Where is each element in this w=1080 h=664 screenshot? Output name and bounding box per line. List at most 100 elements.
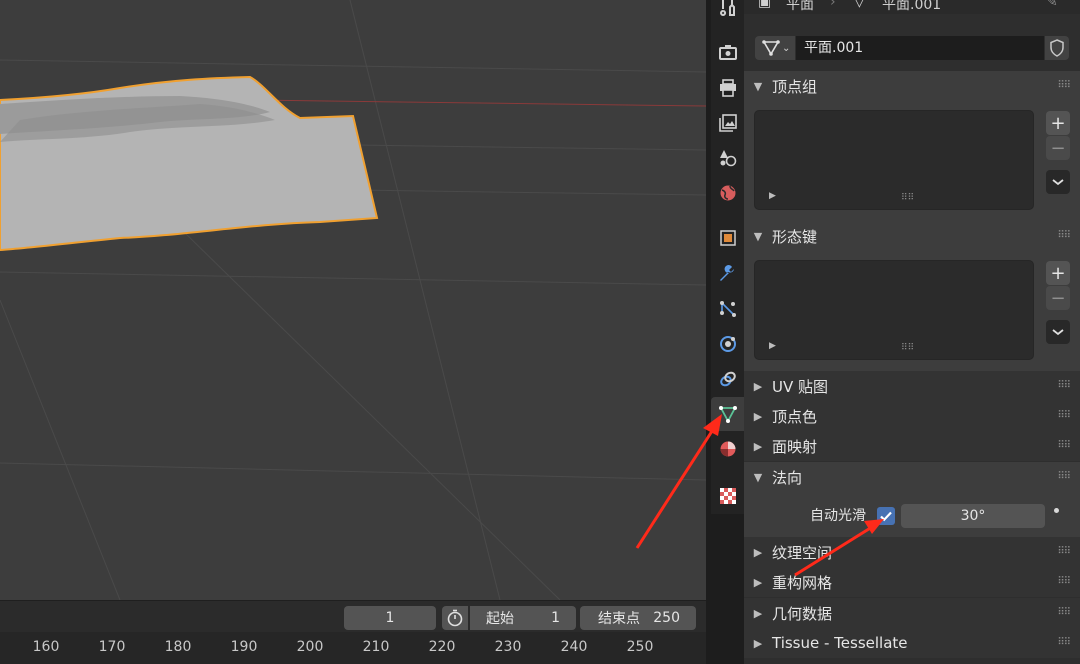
tab-texture[interactable] [711, 479, 744, 513]
ruler-tick: 250 [626, 639, 654, 655]
drag-grip-icon[interactable]: ⠿⠿ [1057, 380, 1071, 391]
panel-header-remesh[interactable]: ▶ 重构网格 ⠿⠿ [744, 567, 1080, 597]
remove-shape-key-button[interactable]: − [1046, 286, 1070, 310]
tool-icon [719, 0, 735, 16]
tab-tool[interactable] [711, 0, 744, 24]
drag-grip-icon[interactable]: ⠿⠿ [1057, 637, 1071, 648]
collapsed-arrow-icon: ▶ [753, 575, 763, 589]
ruler-tick: 230 [494, 639, 522, 655]
drag-grip-icon[interactable]: ⠿⠿ [1057, 576, 1071, 587]
panel-title: 纹理空间 [772, 543, 833, 562]
keyframe-dot-icon[interactable] [1054, 508, 1059, 513]
tab-scene[interactable] [711, 141, 744, 175]
list-expand-icon[interactable]: ▶ [769, 191, 776, 201]
list-resize-handle[interactable]: ⠿⠿ [901, 193, 914, 203]
material-sphere-icon [720, 441, 735, 457]
ruler-tick: 190 [230, 639, 258, 655]
expanded-arrow-icon: ▼ [753, 470, 763, 484]
panel-header-tissue-tessellate[interactable]: ▶ Tissue - Tessellate ⠿⠿ [744, 628, 1080, 658]
vertex-group-specials-button[interactable] [1046, 170, 1070, 194]
collapsed-arrow-icon: ▶ [753, 636, 763, 650]
start-frame-label: 起始 [486, 611, 514, 627]
panel-title: 几何数据 [772, 604, 833, 623]
mesh-browse-button[interactable]: ⌄ [755, 36, 795, 60]
drag-grip-icon[interactable]: ⠿⠿ [1057, 80, 1071, 91]
expanded-arrow-icon: ▼ [753, 79, 763, 93]
scene-shapes-icon [719, 150, 736, 167]
object-type-icon: ▣ [758, 0, 772, 10]
panel-title: Tissue - Tessellate [772, 634, 908, 652]
panel-header-geometry-data[interactable]: ▶ 几何数据 ⠿⠿ [744, 598, 1080, 628]
ruler-tick: 200 [296, 639, 324, 655]
list-resize-handle[interactable]: ⠿⠿ [901, 343, 914, 353]
tab-modifier[interactable] [711, 257, 744, 291]
drag-grip-icon[interactable]: ⠿⠿ [1057, 440, 1071, 451]
tab-data[interactable] [711, 397, 744, 431]
tab-render[interactable] [711, 35, 744, 69]
panel-title: 法向 [772, 468, 803, 487]
tab-material[interactable] [711, 432, 744, 466]
tab-output[interactable] [711, 71, 744, 105]
chevron-down-icon [1052, 329, 1064, 336]
panel-title: 顶点色 [772, 407, 818, 426]
drag-grip-icon[interactable]: ⠿⠿ [1057, 546, 1071, 557]
checkmark-icon [880, 511, 892, 522]
end-frame-field[interactable]: 结束点 250 [580, 606, 696, 630]
shield-icon [1050, 39, 1064, 57]
shape-key-list[interactable]: ▶ ⠿⠿ [754, 260, 1034, 360]
panel-body-vertex-groups: ▶ ⠿⠿ + − [744, 101, 1080, 221]
mesh-datablock-selector: ⌄ 平面.001 [755, 36, 1069, 60]
fake-user-button[interactable] [1045, 36, 1069, 60]
panel-title: UV 贴图 [772, 377, 829, 396]
ruler-tick: 180 [164, 639, 192, 655]
panel-header-face-maps[interactable]: ▶ 面映射 ⠿⠿ [744, 431, 1080, 461]
auto-smooth-angle-field[interactable]: 30° [901, 504, 1045, 528]
viewport-scene[interactable] [0, 0, 706, 600]
panel-header-normals[interactable]: ▼ 法向 ⠿⠿ [744, 462, 1080, 492]
tab-world[interactable] [711, 176, 744, 210]
tab-constraints[interactable] [711, 362, 744, 396]
drag-grip-icon[interactable]: ⠿⠿ [1057, 410, 1071, 421]
drag-grip-icon[interactable]: ⠿⠿ [1057, 607, 1071, 618]
panel-body-shape-keys: ▶ ⠿⠿ + − [744, 251, 1080, 371]
timeline-ruler[interactable]: 160 170 180 190 200 210 220 230 240 250 [0, 632, 706, 664]
panel-header-texture-space[interactable]: ▶ 纹理空间 ⠿⠿ [744, 537, 1080, 567]
mesh-name-field[interactable]: 平面.001 [796, 36, 1044, 60]
ruler-tick: 240 [560, 639, 588, 655]
add-shape-key-button[interactable]: + [1046, 261, 1070, 285]
panel-title: 顶点组 [772, 77, 818, 96]
camera-back-icon [718, 45, 737, 60]
collapsed-arrow-icon: ▶ [753, 545, 763, 559]
collapsed-arrow-icon: ▶ [753, 409, 763, 423]
printer-icon [719, 79, 736, 97]
remove-vertex-group-button[interactable]: − [1046, 136, 1070, 160]
shape-key-specials-button[interactable] [1046, 320, 1070, 344]
auto-smooth-checkbox[interactable] [877, 507, 895, 525]
image-stack-icon [718, 114, 737, 132]
tab-object[interactable] [711, 221, 744, 255]
checker-texture-icon [719, 488, 736, 504]
ruler-tick: 210 [362, 639, 390, 655]
list-expand-icon[interactable]: ▶ [769, 341, 776, 351]
collapsed-arrow-icon: ▶ [753, 379, 763, 393]
start-frame-field[interactable]: 起始 1 [470, 606, 576, 630]
vertex-group-list[interactable]: ▶ ⠿⠿ [754, 110, 1034, 210]
stopwatch-icon[interactable] [442, 606, 468, 630]
particles-icon [719, 301, 736, 317]
panel-header-uv-maps[interactable]: ▶ UV 贴图 ⠿⠿ [744, 371, 1080, 401]
add-vertex-group-button[interactable]: + [1046, 111, 1070, 135]
panel-header-shape-keys[interactable]: ▼ 形态键 ⠿⠿ [744, 221, 1080, 251]
3d-viewport[interactable] [0, 0, 706, 600]
current-frame-field[interactable]: 1 [344, 606, 436, 630]
panel-header-vertex-groups[interactable]: ▼ 顶点组 ⠿⠿ [744, 71, 1080, 101]
pin-icon[interactable]: ✎ [1046, 0, 1058, 10]
panel-header-vertex-colors[interactable]: ▶ 顶点色 ⠿⠿ [744, 401, 1080, 431]
panel-title: 形态键 [772, 227, 818, 246]
drag-grip-icon[interactable]: ⠿⠿ [1057, 230, 1071, 241]
drag-grip-icon[interactable]: ⠿⠿ [1057, 471, 1071, 482]
breadcrumb-mesh-name: 平面.001 [882, 0, 942, 13]
end-frame-label: 结束点 [598, 611, 640, 627]
tab-physics[interactable] [711, 327, 744, 361]
tab-view-layer[interactable] [711, 106, 744, 140]
tab-particles[interactable] [711, 292, 744, 326]
